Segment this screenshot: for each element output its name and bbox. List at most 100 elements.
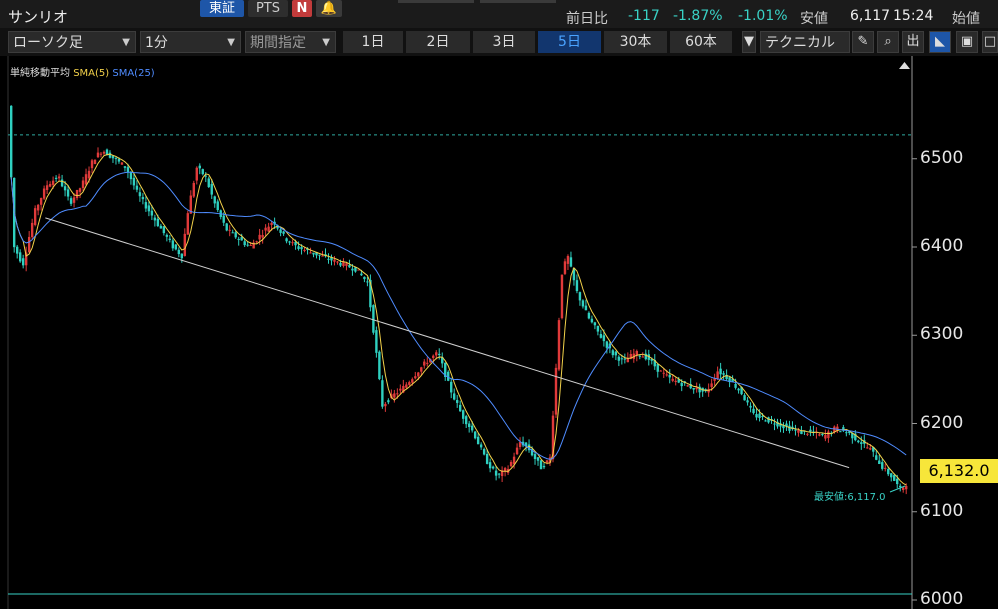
candle-body bbox=[839, 431, 842, 433]
more-dropdown-icon[interactable]: ▼ bbox=[742, 31, 756, 53]
candle-body bbox=[303, 249, 306, 251]
candle-body bbox=[611, 350, 615, 356]
candle-body bbox=[114, 158, 118, 160]
candle-body bbox=[153, 217, 157, 221]
candle-body bbox=[348, 264, 351, 268]
candle-body bbox=[758, 413, 761, 418]
candle-body bbox=[156, 218, 160, 227]
candle-body bbox=[426, 362, 429, 364]
candle-body bbox=[366, 281, 369, 283]
candle-body bbox=[123, 166, 127, 168]
legend-sma5: SMA(5) bbox=[73, 68, 110, 79]
candle-body bbox=[339, 262, 342, 266]
low-label: 安値 bbox=[800, 11, 828, 27]
candle-body bbox=[258, 234, 261, 240]
y-tick-label: 6200 bbox=[920, 412, 964, 433]
candle-body bbox=[623, 358, 627, 360]
candle-body bbox=[456, 400, 459, 403]
pencil-icon[interactable]: ✎ bbox=[852, 31, 874, 53]
alert-bell-icon[interactable]: 🔔 bbox=[316, 0, 342, 17]
candle-body bbox=[824, 434, 827, 439]
candle-body bbox=[536, 457, 540, 461]
candle-body bbox=[186, 213, 190, 235]
period-tab-5d[interactable]: 5日 bbox=[538, 31, 601, 53]
panel-icon[interactable]: □ bbox=[982, 31, 998, 53]
code-field[interactable] bbox=[480, 0, 556, 3]
area-chart-icon[interactable]: ◣ bbox=[929, 31, 951, 53]
candle-body bbox=[183, 233, 187, 256]
y-tick-label: 6100 bbox=[920, 500, 964, 521]
candle-body bbox=[746, 400, 749, 403]
candle-body bbox=[737, 388, 740, 391]
period-tab-2d[interactable]: 2日 bbox=[406, 31, 470, 53]
candle-body bbox=[168, 238, 172, 240]
candle-body bbox=[171, 240, 175, 249]
candle-body bbox=[60, 179, 64, 187]
candle-body bbox=[201, 169, 204, 175]
candle-body bbox=[129, 171, 133, 180]
candle-body bbox=[267, 226, 270, 232]
candle-body bbox=[423, 361, 426, 366]
candle-body bbox=[581, 300, 585, 307]
pts-button[interactable]: PTS bbox=[248, 0, 288, 17]
period-tab-3d[interactable]: 3日 bbox=[473, 31, 535, 53]
open-label: 始値 bbox=[952, 11, 980, 27]
candle-body bbox=[63, 186, 67, 191]
candle-body bbox=[896, 478, 899, 485]
candle-body bbox=[249, 244, 252, 246]
candle-body bbox=[318, 254, 321, 256]
candle-body bbox=[144, 202, 148, 209]
period-range-value: 期間指定 bbox=[250, 35, 306, 51]
candle-body bbox=[279, 229, 282, 233]
candle-body bbox=[554, 367, 558, 415]
period-range-select[interactable]: 期間指定 ▼ bbox=[245, 31, 336, 53]
candle-body bbox=[566, 256, 570, 264]
candle-body bbox=[240, 237, 243, 241]
candle-body bbox=[99, 153, 103, 155]
candle-body bbox=[420, 367, 423, 372]
candle-body bbox=[857, 440, 860, 443]
candle-body bbox=[39, 198, 43, 205]
candle-body bbox=[243, 241, 246, 246]
technical-button[interactable]: テクニカル bbox=[760, 31, 850, 53]
candle-body bbox=[405, 384, 408, 388]
candle-body bbox=[132, 177, 136, 186]
candle-body bbox=[264, 227, 267, 231]
news-icon[interactable]: N bbox=[292, 0, 312, 17]
candle-body bbox=[869, 448, 872, 450]
period-tab-1d[interactable]: 1日 bbox=[343, 31, 403, 53]
candle-body bbox=[387, 400, 390, 403]
candle-body bbox=[72, 197, 76, 203]
candle-body bbox=[485, 453, 489, 464]
candle-body bbox=[464, 416, 468, 425]
candle-body bbox=[890, 473, 893, 478]
price-chart[interactable] bbox=[0, 56, 998, 609]
candle-body bbox=[21, 258, 25, 266]
candle-body bbox=[902, 487, 905, 490]
candle-body bbox=[93, 159, 97, 165]
search-field[interactable] bbox=[398, 0, 474, 3]
period-tab-60bars[interactable]: 60本 bbox=[670, 31, 732, 53]
candle-body bbox=[147, 205, 151, 212]
save-icon[interactable]: ▣ bbox=[956, 31, 978, 53]
candle-body bbox=[312, 252, 315, 255]
candle-body bbox=[96, 152, 100, 158]
chart-type-select[interactable]: ローソク足 ▼ bbox=[8, 31, 136, 53]
period-tab-30bars[interactable]: 30本 bbox=[604, 31, 667, 53]
candle-body bbox=[476, 436, 480, 445]
candle-body bbox=[27, 236, 31, 253]
candle-body bbox=[563, 261, 567, 274]
candle-body bbox=[764, 420, 767, 422]
candle-body bbox=[381, 380, 384, 407]
candle-body bbox=[45, 185, 49, 190]
candle-body bbox=[887, 469, 890, 475]
candle-body bbox=[560, 274, 564, 319]
candle-body bbox=[408, 382, 411, 385]
candle-body bbox=[417, 372, 420, 377]
output-button[interactable]: 出 bbox=[902, 31, 924, 53]
zoom-icon[interactable]: ⌕ bbox=[877, 31, 899, 53]
current-price-box: 6,132.0 bbox=[920, 459, 998, 483]
exchange-tse-button[interactable]: 東証 bbox=[200, 0, 244, 17]
interval-select[interactable]: 1分 ▼ bbox=[140, 31, 241, 53]
candle-body bbox=[48, 183, 52, 187]
